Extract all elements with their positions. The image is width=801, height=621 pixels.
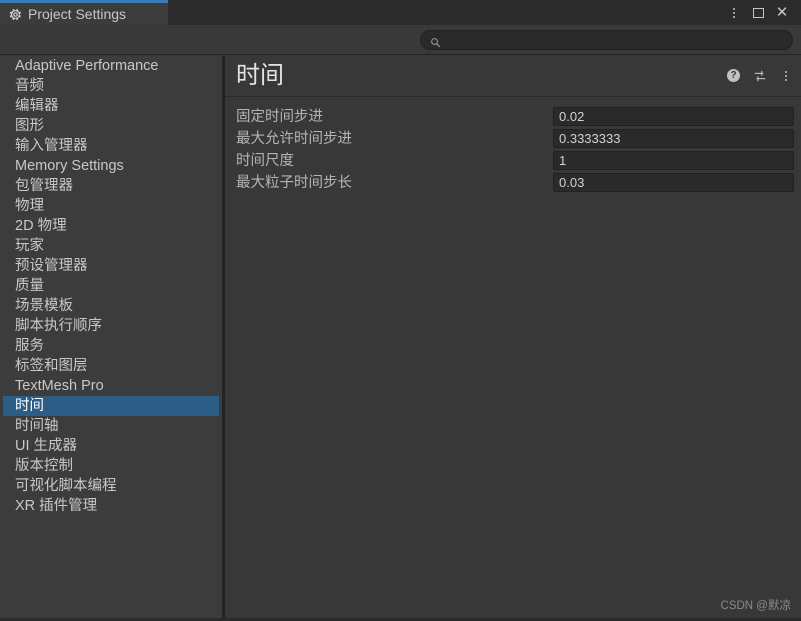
window-close-button[interactable]: ✕ (771, 0, 793, 25)
sidebar-item-2[interactable]: 编辑器 (3, 96, 219, 116)
setting-field-1[interactable] (553, 129, 794, 148)
sidebar-item-4[interactable]: 输入管理器 (3, 136, 219, 156)
watermark: CSDN @默凉 (720, 600, 791, 612)
close-icon: ✕ (775, 3, 789, 21)
page-title: 时间 (236, 62, 284, 89)
preset-settings-button[interactable] (752, 68, 767, 83)
setting-field-3[interactable] (553, 173, 794, 192)
sidebar-item-8[interactable]: 2D 物理 (3, 216, 219, 236)
setting-label-0: 固定时间步进 (236, 109, 323, 125)
setting-row-0: 固定时间步进 (225, 106, 801, 128)
sidebar-item-5[interactable]: Memory Settings (3, 156, 219, 176)
search-bar-row (0, 25, 801, 55)
sidebar-item-3[interactable]: 图形 (3, 116, 219, 136)
sidebar-item-1[interactable]: 音频 (3, 76, 219, 96)
search-icon (430, 35, 441, 47)
sidebar-item-6[interactable]: 包管理器 (3, 176, 219, 196)
window-maximize-button[interactable] (747, 0, 769, 25)
preset-settings-icon (754, 70, 765, 81)
sidebar-item-22[interactable]: XR 插件管理 (3, 496, 219, 516)
sidebar-item-21[interactable]: 可视化脚本编程 (3, 476, 219, 496)
setting-input-1[interactable] (554, 131, 793, 146)
window-more-button[interactable] (723, 0, 745, 25)
setting-field-2[interactable] (553, 151, 794, 170)
tab-label: Project Settings (28, 6, 127, 22)
sidebar-item-13[interactable]: 脚本执行顺序 (3, 316, 219, 336)
tab-project-settings[interactable]: Project Settings (0, 0, 168, 25)
setting-row-1: 最大允许时间步进 (225, 128, 801, 150)
sidebar-item-12[interactable]: 场景模板 (3, 296, 219, 316)
sidebar-item-9[interactable]: 玩家 (3, 236, 219, 256)
sidebar-item-14[interactable]: 服务 (3, 336, 219, 356)
sidebar-item-20[interactable]: 版本控制 (3, 456, 219, 476)
setting-label-2: 时间尺度 (236, 153, 294, 169)
time-settings-form: 固定时间步进最大允许时间步进时间尺度最大粒子时间步长 (225, 97, 801, 194)
setting-input-2[interactable] (554, 153, 793, 168)
sidebar-item-0[interactable]: Adaptive Performance (3, 56, 219, 76)
settings-content-panel: 时间 ? 固定时间步进 0.02 最大允许时间步进 0.3333333 时间尺度… (225, 56, 801, 621)
kebab-menu-icon (784, 70, 787, 81)
sidebar-item-15[interactable]: 标签和图层 (3, 356, 219, 376)
sidebar-item-17[interactable]: 时间 (3, 396, 219, 416)
setting-row-3: 最大粒子时间步长 (225, 172, 801, 194)
setting-label-3: 最大粒子时间步长 (236, 175, 352, 191)
setting-label-1: 最大允许时间步进 (236, 131, 352, 147)
setting-row-2: 时间尺度 (225, 150, 801, 172)
panel-header-actions: ? (726, 68, 793, 83)
search-field[interactable] (420, 30, 793, 50)
gear-icon (9, 8, 22, 21)
title-bar: Project Settings ✕ (0, 0, 801, 25)
project-settings-window: Project Settings ✕ Adaptive Performance 音… (0, 0, 801, 621)
sidebar-item-19[interactable]: UI 生成器 (3, 436, 219, 456)
sidebar-item-11[interactable]: 质量 (3, 276, 219, 296)
setting-input-3[interactable] (554, 175, 793, 190)
search-input[interactable] (446, 34, 776, 46)
settings-category-list[interactable]: Adaptive Performance 音频 编辑器 图形 输入管理器 Memory S… (0, 56, 222, 621)
setting-field-0[interactable] (553, 107, 794, 126)
help-icon: ? (727, 69, 740, 82)
main-body: Adaptive Performance 音频 编辑器 图形 输入管理器 Memory S… (0, 56, 801, 621)
panel-menu-button[interactable] (778, 68, 793, 83)
setting-input-0[interactable] (554, 109, 793, 124)
sidebar-item-18[interactable]: 时间轴 (3, 416, 219, 436)
panel-header: 时间 ? (225, 56, 801, 97)
sidebar-item-7[interactable]: 物理 (3, 196, 219, 216)
sidebar-item-10[interactable]: 预设管理器 (3, 256, 219, 276)
kebab-menu-icon (733, 7, 735, 18)
help-button[interactable]: ? (726, 68, 741, 83)
sidebar-item-16[interactable]: TextMesh Pro (3, 376, 219, 396)
maximize-icon (752, 7, 764, 18)
